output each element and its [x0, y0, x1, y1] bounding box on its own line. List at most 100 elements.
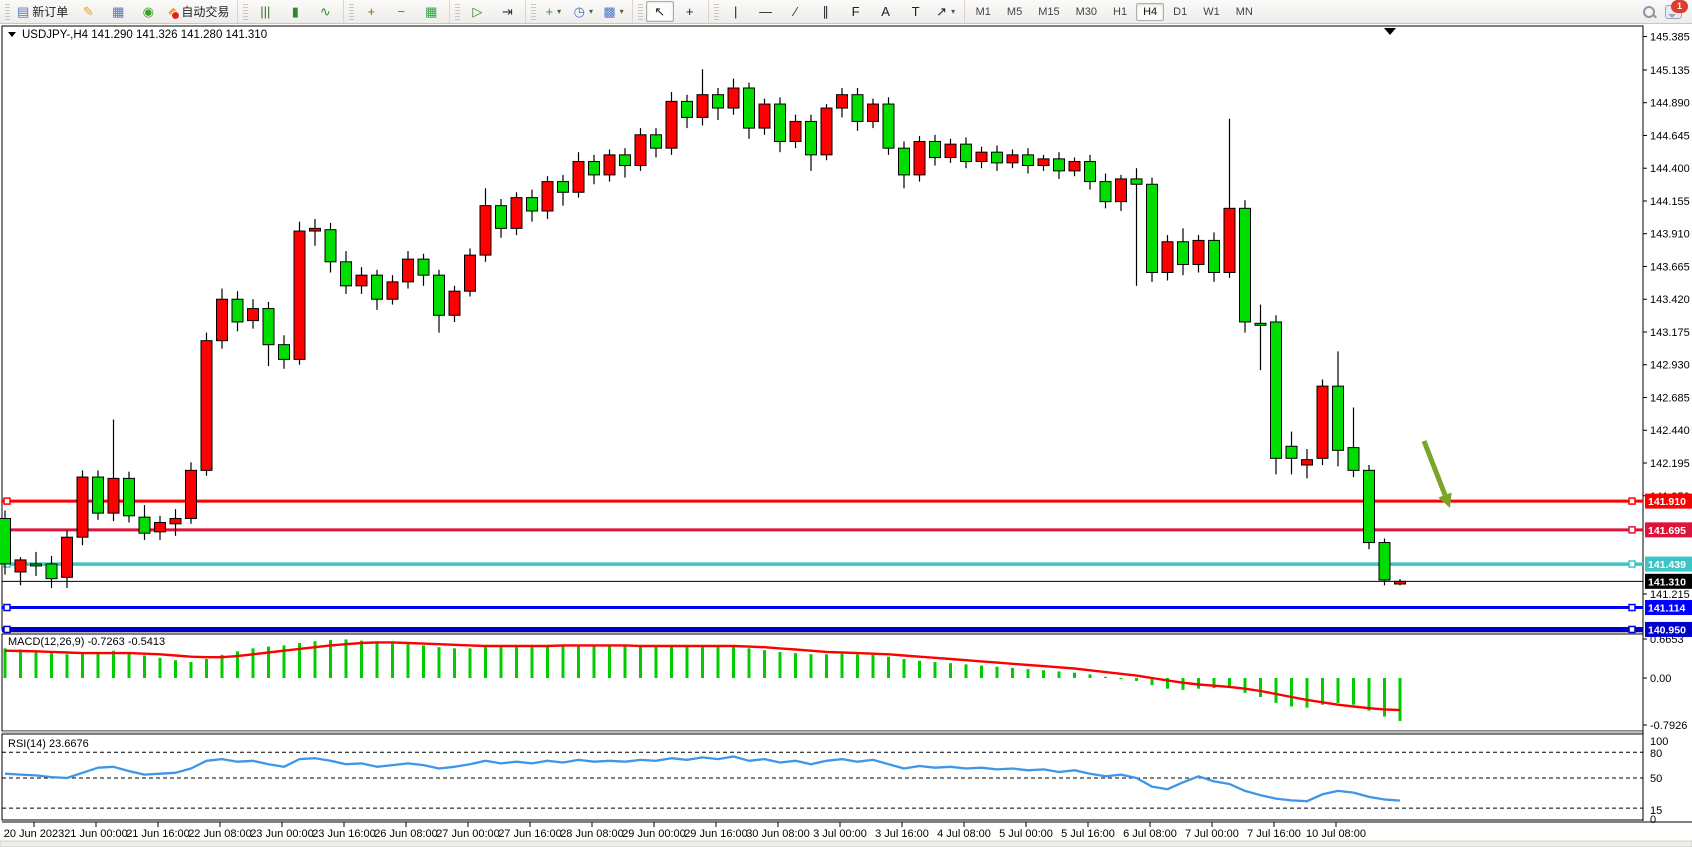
templates-button[interactable]: ▩▾ — [599, 1, 627, 22]
line-chart-button[interactable]: ∿ — [311, 1, 339, 22]
chat-icon[interactable]: 1 — [1665, 5, 1682, 19]
time-tick-label: 28 Jun 08:00 — [560, 828, 624, 840]
chart-title: USDJPY-,H4 141.290 141.326 141.280 141.3… — [22, 29, 267, 41]
time-tick-label: 21 Jun 16:00 — [126, 828, 190, 840]
timeframe-d1-button[interactable]: D1 — [1166, 3, 1194, 21]
periods-button[interactable]: ◷▾ — [569, 1, 597, 22]
timeframe-group: M1M5M15M30H1H4D1W1MN — [965, 0, 1264, 23]
candle-body — [806, 121, 817, 154]
line-handle[interactable] — [4, 605, 10, 611]
candle-body — [480, 206, 491, 255]
macd-pane[interactable] — [2, 634, 1643, 731]
candle-body — [1054, 159, 1065, 171]
signals-button[interactable]: ◉ — [134, 1, 162, 22]
tile-windows-button[interactable]: ▦ — [417, 1, 445, 22]
candle-body — [108, 478, 119, 513]
fibonacci-button[interactable]: F — [842, 1, 870, 22]
text-button[interactable]: A — [872, 1, 900, 22]
chevron-down-icon: ▾ — [557, 7, 561, 16]
toolbar-right: 1 — [1643, 5, 1692, 19]
new-order-button[interactable]: ▤新订单 — [13, 1, 72, 22]
zoom-out-button[interactable]: − — [387, 1, 415, 22]
candle-body — [15, 560, 26, 572]
chart-window-icon: ▦ — [112, 4, 124, 19]
candle-body — [310, 228, 321, 231]
line-handle[interactable] — [1629, 561, 1635, 567]
new-chart-button[interactable]: ▦ — [104, 1, 132, 22]
crosshair-button[interactable]: + — [676, 1, 704, 22]
pane-splitter[interactable] — [2, 731, 1643, 733]
candle-body — [0, 518, 11, 563]
candlestick-chart-button[interactable]: ▮ — [281, 1, 309, 22]
equidistant-channel-button[interactable]: ∥ — [812, 1, 840, 22]
time-tick-label: 10 Jul 08:00 — [1306, 828, 1366, 840]
timeframe-m30-button[interactable]: M30 — [1069, 3, 1104, 21]
text-label-button[interactable]: T — [902, 1, 930, 22]
timeframe-m5-button[interactable]: M5 — [1000, 3, 1029, 21]
styles-button[interactable]: ✎ — [74, 1, 102, 22]
line-handle[interactable] — [1629, 626, 1635, 632]
autotrade-label: 自动交易 — [181, 3, 229, 20]
candle-body — [372, 275, 383, 299]
toolbar-group-6: | — ∕ ∥ FAT↗▾ — [709, 0, 965, 23]
time-tick-label: 23 Jun 16:00 — [312, 828, 376, 840]
rsi-axis-label: 80 — [1650, 748, 1662, 760]
candle-body — [1333, 386, 1344, 450]
auto-scroll-button[interactable]: ▷ — [463, 1, 491, 22]
bar-chart-button[interactable]: ||| — [251, 1, 279, 22]
candle-body — [914, 141, 925, 174]
candle-body — [1116, 179, 1127, 202]
line-chart-icon: ∿ — [320, 4, 331, 19]
timeframe-h1-button[interactable]: H1 — [1106, 3, 1134, 21]
horizontal-scrollbar[interactable] — [0, 841, 1692, 847]
price-label-text: 141.695 — [1648, 525, 1686, 537]
channel-icon: ∥ — [822, 4, 829, 19]
toolbar-grip — [714, 4, 719, 20]
candle-body — [93, 477, 104, 513]
line-handle[interactable] — [4, 626, 10, 632]
candle-body — [201, 341, 212, 471]
trendline-button[interactable]: ∕ — [782, 1, 810, 22]
rsi-pane[interactable] — [2, 734, 1643, 820]
line-handle[interactable] — [1629, 527, 1635, 533]
arrows-button[interactable]: ↗▾ — [932, 1, 960, 22]
candle-body — [1302, 460, 1313, 465]
horizontal-line-button[interactable]: — — [752, 1, 780, 22]
rsi-axis-label: 0 — [1650, 814, 1656, 826]
candle-body — [1007, 155, 1018, 163]
candle-body — [573, 162, 584, 193]
candle-body — [759, 104, 770, 128]
candle-body — [1395, 581, 1406, 584]
timeframe-m1-button[interactable]: M1 — [969, 3, 998, 21]
indicators-button[interactable]: +▾ — [539, 1, 567, 22]
line-handle[interactable] — [1629, 605, 1635, 611]
candle-body — [899, 148, 910, 175]
candle-body — [294, 231, 305, 359]
line-handle[interactable] — [1629, 498, 1635, 504]
candle-body — [341, 262, 352, 286]
rsi-label: RSI(14) 23.6676 — [8, 738, 89, 750]
timeframe-w1-button[interactable]: W1 — [1196, 3, 1227, 21]
candlestick-icon: ▮ — [292, 4, 299, 19]
zoom-in-button[interactable]: + — [357, 1, 385, 22]
timeframe-m15-button[interactable]: M15 — [1031, 3, 1066, 21]
notification-badge: 1 — [1671, 0, 1688, 13]
chart-shift-button[interactable]: ⇥ — [493, 1, 521, 22]
toolbar-grip — [349, 4, 354, 20]
candle-body — [232, 299, 243, 322]
autotrade-button[interactable]: ◆自动交易 — [164, 1, 233, 22]
line-handle[interactable] — [4, 498, 10, 504]
search-icon[interactable] — [1643, 6, 1655, 18]
chevron-down-icon: ▾ — [951, 7, 955, 16]
time-tick-label: 7 Jul 16:00 — [1247, 828, 1301, 840]
candle-body — [403, 259, 414, 282]
price-tick-label: 142.685 — [1650, 392, 1690, 404]
timeframe-h4-button[interactable]: H4 — [1136, 3, 1164, 21]
hline-icon: — — [759, 4, 772, 19]
vertical-line-button[interactable]: | — [722, 1, 750, 22]
cursor-button[interactable]: ↖ — [646, 1, 674, 22]
time-tick-label: 26 Jun 08:00 — [374, 828, 438, 840]
price-tick-label: 142.440 — [1650, 425, 1690, 437]
timeframe-mn-button[interactable]: MN — [1229, 3, 1260, 21]
crosshair-icon: + — [686, 4, 694, 19]
